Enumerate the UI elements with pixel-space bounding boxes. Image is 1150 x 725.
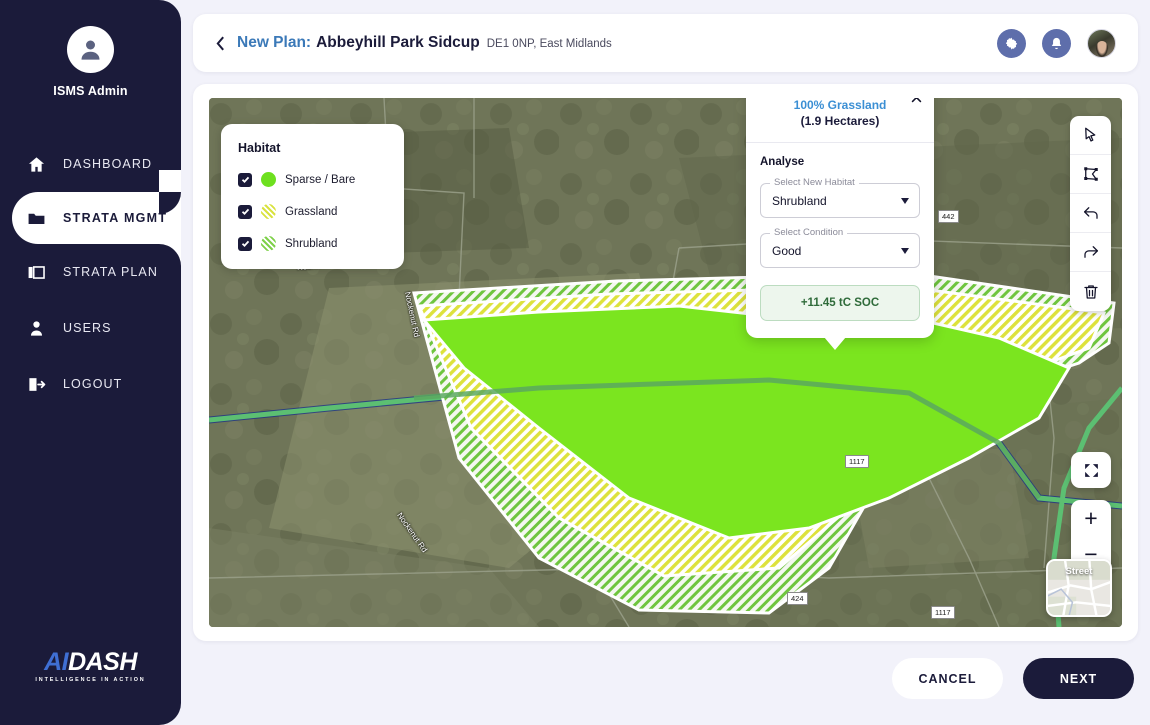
basemap-label: Street: [1065, 566, 1093, 577]
redo-icon: [1083, 246, 1098, 258]
map-toolbar: [1070, 116, 1111, 311]
polygon-icon: [1083, 167, 1098, 181]
select-condition-value: Good: [772, 243, 802, 258]
cancel-button[interactable]: CANCEL: [892, 658, 1003, 699]
select-new-habitat[interactable]: Select New Habitat Shrubland: [760, 177, 920, 218]
undo-tool-button[interactable]: [1070, 194, 1111, 233]
polygon-tool-button[interactable]: [1070, 155, 1111, 194]
app-root: ISMS Admin DASHBOARD STRATA MGMT STRATA …: [0, 0, 1150, 725]
fullscreen-button[interactable]: [1071, 452, 1111, 488]
legend-item-shrubland[interactable]: Shrubland: [238, 236, 388, 251]
footer-actions: CANCEL NEXT: [892, 658, 1134, 699]
sidebar-item-label: LOGOUT: [63, 377, 123, 391]
cursor-icon: [1084, 127, 1095, 142]
undo-icon: [1083, 207, 1098, 219]
trash-icon: [1083, 284, 1098, 299]
user-icon: [26, 319, 47, 338]
basemap-switcher[interactable]: Street: [1046, 559, 1112, 617]
sidebar-nav: DASHBOARD STRATA MGMT STRATA PLAN USERS …: [0, 136, 181, 412]
home-icon: [26, 155, 47, 174]
swatch-sparse-bare: [261, 172, 276, 187]
sidebar-item-label: STRATA MGMT: [63, 211, 168, 225]
folder-icon: [26, 209, 47, 228]
soc-result-button[interactable]: +11.45 tC SOC: [760, 285, 920, 321]
select-tool-button[interactable]: [1070, 116, 1111, 155]
route-shield-442: 442: [938, 210, 959, 223]
header-actions: [997, 28, 1116, 58]
chevron-left-icon: [215, 36, 224, 50]
soc-result-value: +11.45 tC SOC: [800, 297, 880, 309]
legend-item-sparse-bare[interactable]: Sparse / Bare: [238, 172, 388, 187]
settings-button[interactable]: [997, 28, 1026, 58]
sidebar-item-strata-plan[interactable]: STRATA PLAN: [0, 244, 181, 300]
bell-icon: [1051, 37, 1062, 49]
legend-item-grassland[interactable]: Grassland: [238, 204, 388, 219]
select-condition[interactable]: Select Condition Good: [760, 227, 920, 268]
chevron-down-icon: [901, 197, 909, 204]
title-prefix: New Plan:: [237, 34, 312, 51]
notifications-button[interactable]: [1042, 28, 1071, 58]
redo-tool-button[interactable]: [1070, 233, 1111, 272]
close-button[interactable]: [909, 98, 923, 104]
user-avatar[interactable]: [1087, 28, 1116, 58]
legend-title: Habitat: [238, 141, 281, 155]
title-main: Abbeyhill Park Sidcup: [316, 34, 480, 51]
select-new-habitat-label: Select New Habitat: [770, 177, 859, 188]
sidebar-item-dashboard[interactable]: DASHBOARD: [0, 136, 181, 192]
title-subtitle: DE1 0NP, East Midlands: [486, 38, 612, 50]
back-button[interactable]: [207, 30, 233, 56]
aidash-logo: AIDASH INTELLIGENCE IN ACTION: [0, 650, 181, 684]
sidebar-item-label: DASHBOARD: [63, 157, 153, 171]
delete-tool-button[interactable]: [1070, 272, 1111, 311]
legend-label: Shrubland: [285, 237, 338, 250]
map-canvas[interactable]: Nockenut Rd Nockenut Rd Nockenut Rd Nock…: [209, 98, 1122, 627]
map-card: Nockenut Rd Nockenut Rd Nockenut Rd Nock…: [193, 84, 1138, 641]
checkbox-sparse-bare[interactable]: [238, 172, 252, 187]
logo-tagline: INTELLIGENCE IN ACTION: [35, 677, 146, 683]
zoom-in-button[interactable]: +: [1071, 500, 1111, 536]
checkbox-grassland[interactable]: [238, 204, 252, 219]
profile-name: ISMS Admin: [53, 84, 128, 98]
sidebar-item-users[interactable]: USERS: [0, 300, 181, 356]
check-icon: [241, 176, 249, 184]
page-header: New Plan: Abbeyhill Park Sidcup DE1 0NP,…: [193, 14, 1138, 72]
select-new-habitat-value: Shrubland: [772, 193, 827, 208]
logo-ai: AI: [44, 648, 69, 676]
sidebar-item-label: STRATA PLAN: [63, 265, 158, 279]
profile-avatar-icon: [67, 26, 114, 73]
sidebar-profile: ISMS Admin: [0, 0, 181, 98]
route-shield-424: 424: [787, 592, 808, 605]
logo-dash: DASH: [68, 648, 137, 676]
analyse-panel: 100% Grassland (1.9 Hectares) Analyse Se…: [746, 98, 934, 350]
hectares-label: (1.9 Hectares): [800, 114, 880, 128]
logo-wordmark: AIDASH: [0, 650, 181, 675]
sidebar: ISMS Admin DASHBOARD STRATA MGMT STRATA …: [0, 0, 181, 725]
layers-icon: [26, 263, 47, 282]
route-shield-1117-b: 1117: [931, 606, 955, 619]
sidebar-item-strata-mgmt[interactable]: STRATA MGMT: [12, 170, 181, 266]
gear-icon: [1005, 37, 1018, 49]
checkbox-shrubland[interactable]: [238, 236, 252, 251]
logout-icon: [26, 375, 47, 394]
analyse-header: 100% Grassland (1.9 Hectares): [746, 98, 934, 143]
select-condition-label: Select Condition: [770, 227, 848, 238]
analyse-section-title: Analyse: [760, 156, 805, 168]
page-title: New Plan: Abbeyhill Park Sidcup DE1 0NP,…: [237, 34, 612, 52]
sidebar-item-logout[interactable]: LOGOUT: [0, 356, 181, 412]
route-shield-1117: 1117: [845, 455, 869, 468]
check-icon: [241, 208, 249, 216]
habitat-legend: Habitat Sparse / Bare Grassland Shrublan…: [221, 124, 404, 269]
legend-label: Grassland: [285, 205, 338, 218]
analyse-body: Analyse Select New Habitat Shrubland Sel…: [746, 143, 934, 338]
legend-label: Sparse / Bare: [285, 173, 356, 186]
swatch-grassland: [261, 204, 276, 219]
chevron-down-icon: [901, 247, 909, 254]
sidebar-item-label: USERS: [63, 321, 112, 335]
check-icon: [241, 240, 249, 248]
next-button[interactable]: NEXT: [1023, 658, 1134, 699]
fullscreen-icon: [1084, 463, 1098, 477]
close-icon: [911, 98, 921, 102]
habitat-percent-label: 100% Grassland: [793, 98, 887, 112]
swatch-shrubland: [261, 236, 276, 251]
